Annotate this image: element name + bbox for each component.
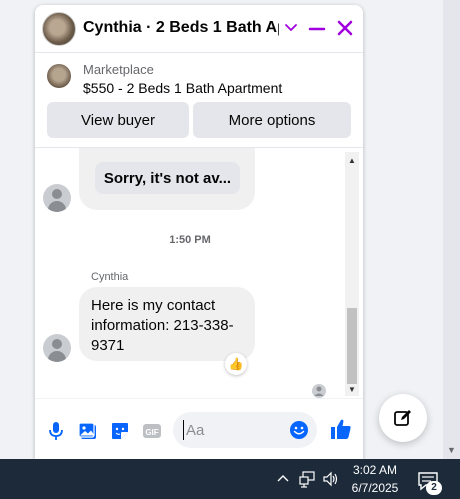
listing-avatar[interactable] (42, 12, 76, 46)
message-input-container[interactable] (173, 412, 317, 448)
sticker-icon[interactable] (109, 420, 131, 442)
thumbs-up-icon[interactable] (329, 417, 353, 441)
listing-panel: Marketplace $550 - 2 Beds 1 Bath Apartme… (35, 54, 363, 148)
emoji-icon[interactable] (289, 420, 309, 440)
chevron-up-icon[interactable] (276, 472, 290, 486)
chat-window: Cynthia · 2 Beds 1 Bath Ap... Marketplac… (35, 5, 363, 459)
scroll-down-arrow[interactable]: ▼ (348, 385, 356, 394)
scroll-up-arrow[interactable]: ▲ (348, 156, 356, 165)
page-scroll-down-arrow[interactable]: ▼ (447, 445, 456, 455)
svg-text:GIF: GIF (145, 428, 158, 437)
message-timestamp: 1:50 PM (169, 234, 211, 246)
more-options-button[interactable]: More options (193, 102, 351, 138)
message-list[interactable]: Sorry, it's not av... 1:50 PM Cynthia He… (35, 148, 363, 398)
reaction-badge[interactable]: 👍 (225, 353, 247, 375)
replied-message-preview[interactable]: Sorry, it's not av... (95, 162, 240, 194)
windows-taskbar: 3:02 AM 6/7/2025 2 (0, 459, 460, 499)
chat-title[interactable]: Cynthia · 2 Beds 1 Bath Ap... (83, 19, 279, 37)
avatar[interactable] (43, 334, 71, 362)
thumbs-up-reaction-icon: 👍 (228, 357, 244, 371)
sender-name: Cynthia (91, 271, 129, 283)
clock-date[interactable]: 6/7/2025 (345, 481, 405, 495)
avatar[interactable] (43, 184, 71, 212)
minimize-icon[interactable] (307, 19, 327, 39)
chat-header: Cynthia · 2 Beds 1 Bath Ap... (35, 5, 363, 53)
conversation-scrollbar[interactable]: ▲ ▼ (345, 152, 359, 396)
gif-icon[interactable]: GIF (141, 420, 163, 442)
message-bubble[interactable]: Here is my contact information: 213-338-… (79, 287, 255, 361)
message-composer: GIF (35, 398, 363, 459)
listing-thumbnail[interactable] (47, 64, 71, 88)
notification-count-badge: 2 (426, 481, 442, 495)
photo-icon[interactable] (77, 420, 99, 442)
clock-time[interactable]: 3:02 AM (345, 463, 405, 477)
network-icon[interactable] (298, 470, 316, 488)
message-input[interactable] (183, 420, 283, 440)
chevron-down-icon[interactable] (283, 19, 299, 35)
compose-icon (394, 410, 411, 426)
read-receipt-avatar (312, 384, 326, 398)
listing-source: Marketplace (83, 62, 154, 77)
microphone-icon[interactable] (45, 420, 67, 442)
new-message-button[interactable] (379, 394, 427, 442)
listing-title[interactable]: $550 - 2 Beds 1 Bath Apartment (83, 80, 282, 96)
view-buyer-button[interactable]: View buyer (47, 102, 189, 138)
scroll-thumb[interactable] (347, 308, 357, 384)
page-scrollbar[interactable]: ▼ (443, 0, 460, 459)
volume-icon[interactable] (322, 470, 340, 488)
close-icon[interactable] (335, 18, 355, 38)
